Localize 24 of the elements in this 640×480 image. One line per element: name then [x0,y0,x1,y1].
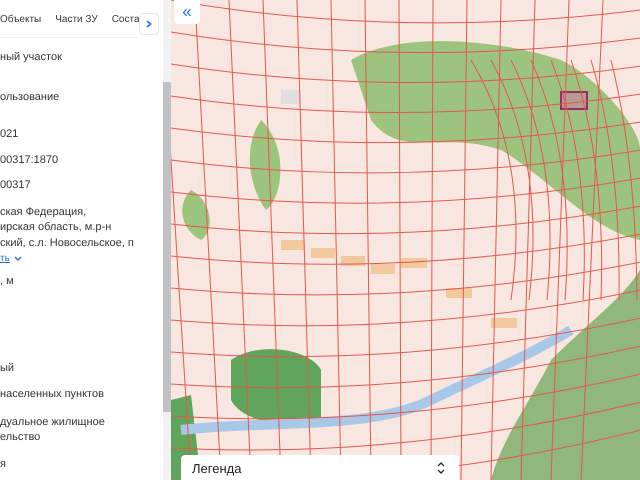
detail-text: , м [0,274,15,289]
scrollbar[interactable] [163,0,171,480]
legend-title: Легенда [192,461,242,476]
detail-text: 00317 [0,178,32,193]
next-tab-button[interactable] [139,13,159,35]
detail-text: я [0,456,7,472]
detail-text: дуальное жилищное ельство [0,414,106,445]
tab[interactable]: Соста [112,6,140,31]
detail-text: 00317:1870 [0,152,60,168]
detail-text: ользование [0,90,60,104]
detail-text: населенных пунктов [0,387,105,402]
show-more-link[interactable]: ть [0,253,22,264]
detail-text: ый [0,360,16,376]
legend-panel[interactable]: Легенда [181,455,459,480]
collapse-panel-button[interactable]: « [174,0,200,24]
detail-text: ская Федерация, ирская область, м.р-н ский, с.л. Новосельское, п [0,204,135,250]
up-down-chevron-icon[interactable] [437,461,445,475]
scrollbar-thumb[interactable] [163,82,171,412]
chevron-down-icon [14,256,22,261]
tab[interactable]: Части ЗУ [55,6,98,31]
detail-text: ный участок [0,50,63,65]
chevron-right-icon [146,20,152,28]
tab[interactable]: Объекты [0,6,42,31]
detail-text: 021 [0,127,20,142]
